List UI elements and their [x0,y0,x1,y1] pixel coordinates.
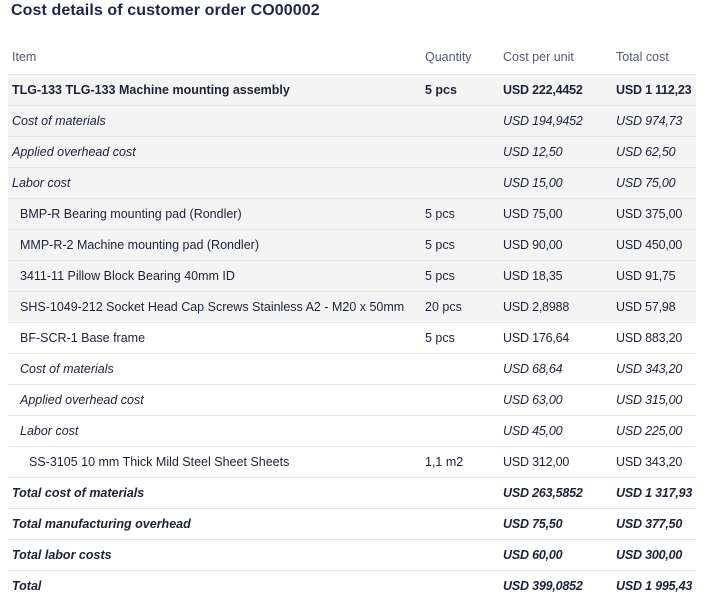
cell-item: BF-SCR-1 Base frame [8,322,421,354]
cell-quantity: 20 pcs [421,291,499,323]
cell-quantity [421,415,499,447]
column-header-total-cost: Total cost [616,50,669,64]
table-row-component: SS-3105 10 mm Thick Mild Steel Sheet She… [8,446,696,478]
cell-total-cost: USD 62,50 [612,136,696,168]
cell-cost-per-unit: USD 45,00 [499,415,612,447]
cell-quantity [421,539,499,571]
cell-cost-per-unit: USD 12,50 [499,136,612,168]
cell-total-cost: USD 377,50 [612,508,696,540]
cell-cost-per-unit: USD 15,00 [499,167,612,199]
cell-item: Cost of materials [8,353,421,385]
table-row-subassembly: BF-SCR-1 Base frame 5 pcs USD 176,64 USD… [8,322,696,354]
cell-quantity: 5 pcs [421,74,499,106]
cell-quantity: 1,1 m2 [421,446,499,478]
cell-item: SHS-1049-212 Socket Head Cap Screws Stai… [8,291,421,323]
cell-item: Total manufacturing overhead [8,508,421,540]
cell-total-cost: USD 91,75 [612,260,696,292]
cell-cost-per-unit: USD 18,35 [499,260,612,292]
column-header-cost-per-unit: Cost per unit [503,50,574,64]
page-title: Cost details of customer order CO00002 [11,2,320,19]
cell-cost-per-unit: USD 2,8988 [499,291,612,323]
cell-cost-per-unit: USD 312,00 [499,446,612,478]
table-row-labor-cost: Labor cost USD 45,00 USD 225,00 [8,415,696,447]
table-row-component: SHS-1049-212 Socket Head Cap Screws Stai… [8,291,696,323]
table-row-total-labor: Total labor costs USD 60,00 USD 300,00 [8,539,696,571]
cell-quantity [421,570,499,601]
table-row-component: MMP-R-2 Machine mounting pad (Rondler) 5… [8,229,696,261]
cell-total-cost: USD 883,20 [612,322,696,354]
cell-item: Total cost of materials [8,477,421,509]
cell-quantity: 5 pcs [421,198,499,230]
cell-quantity [421,353,499,385]
cell-quantity: 5 pcs [421,229,499,261]
cell-cost-per-unit: USD 399,0852 [499,570,612,601]
cell-item: Applied overhead cost [8,136,421,168]
cell-cost-per-unit: USD 263,5852 [499,477,612,509]
cell-total-cost: USD 1 995,43 [612,570,696,601]
cell-quantity [421,384,499,416]
table-row-labor-cost: Labor cost USD 15,00 USD 75,00 [8,167,696,199]
cell-total-cost: USD 300,00 [612,539,696,571]
cell-item: Total [8,570,421,601]
cell-cost-per-unit: USD 68,64 [499,353,612,385]
cell-item: Applied overhead cost [8,384,421,416]
table-row-cost-of-materials: Cost of materials USD 68,64 USD 343,20 [8,353,696,385]
table-row-cost-of-materials: Cost of materials USD 194,9452 USD 974,7… [8,105,696,137]
cell-item: 3411-11 Pillow Block Bearing 40mm ID [8,260,421,292]
cell-item: Labor cost [8,415,421,447]
cell-cost-per-unit: USD 63,00 [499,384,612,416]
cell-quantity [421,136,499,168]
cell-item: Cost of materials [8,105,421,137]
cell-quantity [421,477,499,509]
cell-cost-per-unit: USD 176,64 [499,322,612,354]
cell-item: TLG-133 TLG-133 Machine mounting assembl… [8,74,421,106]
cost-details-table: Item Quantity Cost per unit Total cost T… [8,40,696,601]
cell-item: SS-3105 10 mm Thick Mild Steel Sheet She… [8,446,421,478]
column-header-item: Item [12,50,37,64]
table-row-component: BMP-R Bearing mounting pad (Rondler) 5 p… [8,198,696,230]
table-row-applied-overhead: Applied overhead cost USD 63,00 USD 315,… [8,384,696,416]
cell-quantity [421,167,499,199]
table-row-parent-item: TLG-133 TLG-133 Machine mounting assembl… [8,74,696,106]
table-header-row: Item Quantity Cost per unit Total cost [8,40,696,75]
cell-item: Labor cost [8,167,421,199]
column-header-quantity: Quantity [425,50,472,64]
cell-quantity [421,508,499,540]
cell-cost-per-unit: USD 75,00 [499,198,612,230]
table-row-applied-overhead: Applied overhead cost USD 12,50 USD 62,5… [8,136,696,168]
cell-total-cost: USD 315,00 [612,384,696,416]
cell-quantity [421,105,499,137]
cell-cost-per-unit: USD 75,50 [499,508,612,540]
table-row-component: 3411-11 Pillow Block Bearing 40mm ID 5 p… [8,260,696,292]
cell-total-cost: USD 75,00 [612,167,696,199]
table-row-total-overhead: Total manufacturing overhead USD 75,50 U… [8,508,696,540]
cell-item: BMP-R Bearing mounting pad (Rondler) [8,198,421,230]
cell-total-cost: USD 1 317,93 [612,477,696,509]
cell-total-cost: USD 375,00 [612,198,696,230]
cell-cost-per-unit: USD 194,9452 [499,105,612,137]
table-row-grand-total: Total USD 399,0852 USD 1 995,43 [8,570,696,601]
cell-quantity: 5 pcs [421,260,499,292]
cell-item: Total labor costs [8,539,421,571]
cell-cost-per-unit: USD 60,00 [499,539,612,571]
cell-total-cost: USD 450,00 [612,229,696,261]
cell-quantity: 5 pcs [421,322,499,354]
cell-item: MMP-R-2 Machine mounting pad (Rondler) [8,229,421,261]
cell-total-cost: USD 1 112,23 [612,74,696,106]
cell-total-cost: USD 343,20 [612,353,696,385]
cell-total-cost: USD 57,98 [612,291,696,323]
cell-cost-per-unit: USD 222,4452 [499,74,612,106]
cell-cost-per-unit: USD 90,00 [499,229,612,261]
cell-total-cost: USD 974,73 [612,105,696,137]
table-row-total-materials: Total cost of materials USD 263,5852 USD… [8,477,696,509]
cell-total-cost: USD 343,20 [612,446,696,478]
cell-total-cost: USD 225,00 [612,415,696,447]
